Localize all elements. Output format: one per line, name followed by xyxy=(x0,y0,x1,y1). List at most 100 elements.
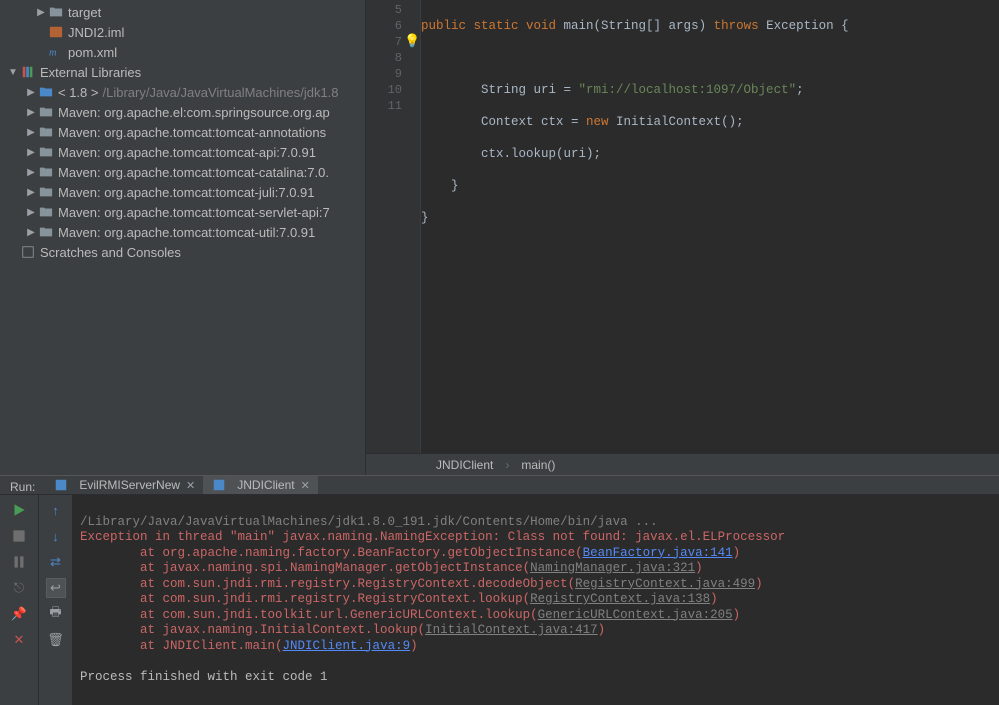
down-icon[interactable]: ↓ xyxy=(47,527,65,545)
console-text: ) xyxy=(733,546,741,560)
tree-file-pom[interactable]: m pom.xml xyxy=(0,42,365,62)
stack-link[interactable]: BeanFactory.java:141 xyxy=(583,546,733,560)
run-tab-label: JNDIClient xyxy=(237,478,294,492)
soft-wrap-icon[interactable]: ↩ xyxy=(47,579,65,597)
tree-label: JNDI2.iml xyxy=(68,25,124,40)
line-number[interactable]: 7 xyxy=(366,34,402,50)
folder-lib-icon xyxy=(38,224,54,240)
breadcrumb[interactable]: JNDIClient › main() xyxy=(366,453,999,475)
console-line: at com.sun.jndi.rmi.registry.RegistryCon… xyxy=(80,592,530,606)
tree-label: Maven: org.apache.tomcat:tomcat-annotati… xyxy=(58,125,326,140)
tree-file-iml[interactable]: JNDI2.iml xyxy=(0,22,365,42)
pause-icon[interactable] xyxy=(10,553,28,571)
code-text: throws xyxy=(714,19,759,33)
code-text: String uri = xyxy=(421,83,579,97)
run-tab[interactable]: JNDIClient ✕ xyxy=(203,476,318,494)
tree-label: < 1.8 > xyxy=(58,85,98,100)
stop-icon[interactable] xyxy=(10,527,28,545)
chevron-right-icon: ▶ xyxy=(24,107,38,118)
run-tabs: Run: EvilRMIServerNew ✕ JNDIClient ✕ xyxy=(0,476,999,495)
project-tree[interactable]: ▶ target JNDI2.iml m pom.xml ▼ External … xyxy=(0,0,366,475)
gutter[interactable]: 5 6 7 8 9 10 11 xyxy=(366,0,421,453)
code[interactable]: 💡public static void main(String[] args) … xyxy=(421,0,999,453)
code-text: ctx.lookup(uri); xyxy=(421,147,601,161)
folder-lib-icon xyxy=(38,164,54,180)
tree-label: Maven: org.apache.tomcat:tomcat-util:7.0… xyxy=(58,225,315,240)
chevron-right-icon: ▶ xyxy=(24,87,38,98)
intention-bulb-icon[interactable]: 💡 xyxy=(404,34,420,50)
folder-icon xyxy=(48,4,64,20)
folder-lib-icon xyxy=(38,184,54,200)
tree-label: Maven: org.apache.tomcat:tomcat-api:7.0.… xyxy=(58,145,316,160)
tree-lib[interactable]: ▶Maven: org.apache.tomcat:tomcat-util:7.… xyxy=(0,222,365,242)
stack-link[interactable]: RegistryContext.java:499 xyxy=(575,577,755,591)
stack-link[interactable]: RegistryContext.java:138 xyxy=(530,592,710,606)
console-line: Exception in thread "main" javax.naming.… xyxy=(80,530,785,544)
line-number[interactable]: 8 xyxy=(366,50,402,66)
app-icon xyxy=(53,477,69,493)
tree-label: pom.xml xyxy=(68,45,117,60)
tree-label: target xyxy=(68,5,101,20)
exit-icon[interactable]: ⎋ xyxy=(10,579,28,597)
tree-lib[interactable]: ▶Maven: org.apache.tomcat:tomcat-servlet… xyxy=(0,202,365,222)
idea-file-icon xyxy=(48,24,64,40)
console-line: at JNDIClient.main( xyxy=(80,639,283,653)
console-line: at javax.naming.InitialContext.lookup( xyxy=(80,623,425,637)
trash-icon[interactable]: 🗑 xyxy=(47,631,65,649)
tree-folder-target[interactable]: ▶ target xyxy=(0,2,365,22)
stack-link[interactable]: InitialContext.java:417 xyxy=(425,623,598,637)
run-tab[interactable]: EvilRMIServerNew ✕ xyxy=(45,476,203,494)
tree-scratches[interactable]: Scratches and Consoles xyxy=(0,242,365,262)
stack-link[interactable]: GenericURLContext.java:205 xyxy=(538,608,733,622)
breadcrumb-item[interactable]: JNDIClient xyxy=(436,458,493,472)
run-tool-window: Run: EvilRMIServerNew ✕ JNDIClient ✕ ⎋ 📌… xyxy=(0,475,999,681)
chevron-right-icon: ▶ xyxy=(24,147,38,158)
stack-link[interactable]: NamingManager.java:321 xyxy=(530,561,695,575)
console-line: at com.sun.jndi.toolkit.url.GenericURLCo… xyxy=(80,608,538,622)
console-text: ) xyxy=(598,623,606,637)
run-tab-label: EvilRMIServerNew xyxy=(79,478,180,492)
folder-lib-icon xyxy=(38,104,54,120)
line-number[interactable]: 6 xyxy=(366,18,402,34)
console-text: ) xyxy=(733,608,741,622)
folder-lib-icon xyxy=(38,124,54,140)
console-line: at org.apache.naming.factory.BeanFactory… xyxy=(80,546,583,560)
console-line: at com.sun.jndi.rmi.registry.RegistryCon… xyxy=(80,577,575,591)
up-icon[interactable]: ↑ xyxy=(47,501,65,519)
line-number[interactable]: 5 xyxy=(366,2,402,18)
close-icon[interactable]: ✕ xyxy=(301,479,310,492)
code-text: Context ctx = xyxy=(421,115,586,129)
rerun-icon[interactable] xyxy=(10,501,28,519)
tree-external-libraries[interactable]: ▼ External Libraries xyxy=(0,62,365,82)
line-number[interactable]: 11 xyxy=(366,98,402,114)
line-number[interactable]: 10 xyxy=(366,82,402,98)
tree-jdk[interactable]: ▶ < 1.8 > /Library/Java/JavaVirtualMachi… xyxy=(0,82,365,102)
tree-lib[interactable]: ▶ Maven: org.apache.tomcat:tomcat-api:7.0… xyxy=(0,142,365,162)
code-text: main xyxy=(564,19,594,33)
tree-hint: /Library/Java/JavaVirtualMachines/jdk1.8 xyxy=(102,85,338,100)
console-output[interactable]: /Library/Java/JavaVirtualMachines/jdk1.8… xyxy=(72,495,999,705)
tree-lib[interactable]: ▶Maven: org.apache.tomcat:tomcat-catalin… xyxy=(0,162,365,182)
pin-icon[interactable]: 📌 xyxy=(10,605,28,623)
code-text: (String[] args) xyxy=(594,19,714,33)
breadcrumb-item[interactable]: main() xyxy=(521,458,555,472)
filter-icon[interactable]: ⇄ xyxy=(47,553,65,571)
line-number[interactable]: 9 xyxy=(366,66,402,82)
tree-lib[interactable]: ▶Maven: org.apache.tomcat:tomcat-juli:7.… xyxy=(0,182,365,202)
chevron-right-icon: › xyxy=(505,458,509,472)
tree-label: Maven: org.apache.tomcat:tomcat-juli:7.0… xyxy=(58,185,315,200)
chevron-right-icon: ▶ xyxy=(24,167,38,178)
tree-lib[interactable]: ▶Maven: org.apache.tomcat:tomcat-annotat… xyxy=(0,122,365,142)
code-text: InitialContext(); xyxy=(609,115,744,129)
tree-lib[interactable]: ▶Maven: org.apache.el:com.springsource.o… xyxy=(0,102,365,122)
stack-link[interactable]: JNDIClient.java:9 xyxy=(283,639,411,653)
run-toolbar-left: ⎋ 📌 ✕ xyxy=(0,495,38,705)
console-line: at javax.naming.spi.NamingManager.getObj… xyxy=(80,561,530,575)
print-icon[interactable]: 🖶 xyxy=(47,605,65,623)
code-text: } xyxy=(421,211,429,225)
close-icon[interactable]: ✕ xyxy=(10,631,28,649)
tree-label: Scratches and Consoles xyxy=(40,245,181,260)
run-toolbar-right: ↑ ↓ ⇄ ↩ 🖶 🗑 xyxy=(38,495,72,705)
editor[interactable]: 5 6 7 8 9 10 11 💡public static void main… xyxy=(366,0,999,475)
close-icon[interactable]: ✕ xyxy=(186,479,195,492)
